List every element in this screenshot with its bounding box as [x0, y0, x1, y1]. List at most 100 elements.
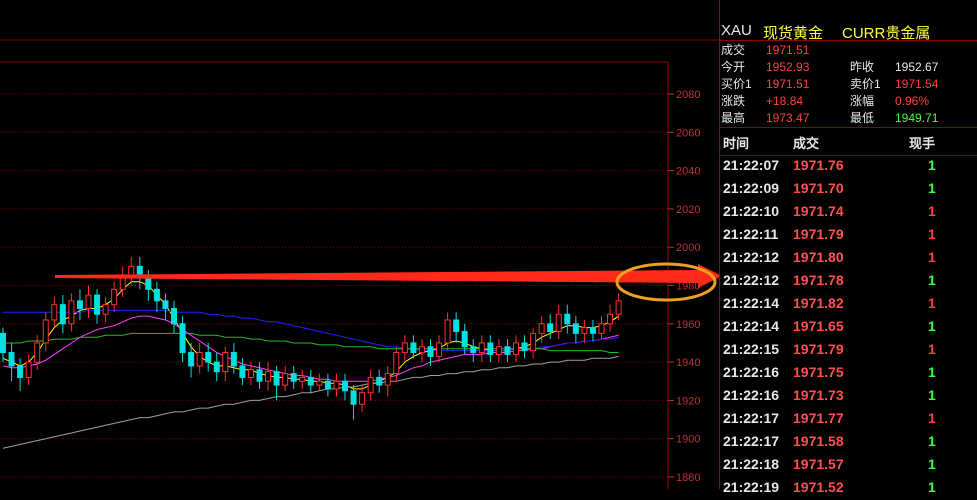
- axis-tick-label: 1880: [676, 472, 700, 484]
- axis-tick-label: 1940: [676, 357, 700, 369]
- tick-row: 21:22:17 1971.77 1: [719, 408, 977, 431]
- candle-body: [513, 342, 519, 355]
- tick-volume: 1: [928, 157, 936, 173]
- change-label: 涨跌: [721, 94, 746, 108]
- candle-body: [256, 369, 263, 382]
- candle-up: [25, 354, 32, 386]
- pct-label: 涨幅: [850, 94, 875, 108]
- candle-body: [265, 371, 272, 382]
- candle-body: [8, 352, 15, 367]
- candle-up: [85, 285, 92, 319]
- tick-volume: 1: [928, 364, 936, 380]
- tick-row: 21:22:11 1971.79 1: [719, 224, 977, 247]
- tick-time: 21:22:12: [723, 272, 780, 288]
- candle-down: [521, 335, 528, 359]
- candle-body: [436, 342, 443, 357]
- axis-tick-label: 2020: [676, 204, 700, 216]
- candle-body: [94, 294, 101, 315]
- candle-down: [453, 312, 460, 343]
- candle-body: [359, 392, 366, 405]
- candle-body: [76, 300, 83, 309]
- candle-down: [94, 289, 101, 324]
- candle-up: [615, 293, 622, 320]
- candle-up: [265, 362, 272, 391]
- axis-tick-label: 2080: [676, 89, 700, 101]
- candle-body: [495, 346, 502, 355]
- candle-body: [307, 376, 314, 386]
- tick-time: 21:22:18: [723, 456, 780, 472]
- candle-body: [333, 380, 340, 390]
- axis-tick-label: 1920: [676, 395, 700, 407]
- candlestick-chart[interactable]: 2080206020402020200019801960194019201900…: [0, 0, 719, 489]
- candle-body: [581, 327, 588, 334]
- candle-down: [350, 385, 357, 420]
- tick-time: 21:22:09: [723, 180, 780, 196]
- tick-time: 21:22:16: [723, 387, 780, 403]
- tick-time: 21:22:14: [723, 318, 780, 334]
- candle-body: [222, 352, 229, 373]
- candle-body: [410, 342, 417, 354]
- candle-body: [393, 352, 400, 375]
- candle-body: [555, 313, 562, 332]
- candle-down: [376, 369, 383, 393]
- prev-close-label: 昨收: [850, 60, 875, 74]
- tick-time: 21:22:17: [723, 433, 780, 449]
- candle-up: [555, 304, 562, 340]
- ticks-header-vol: 现手: [909, 136, 936, 151]
- candle-body: [487, 342, 494, 355]
- axis-tick-label: 2040: [676, 166, 700, 178]
- tick-price: 1971.79: [793, 341, 844, 357]
- candle-down: [136, 256, 143, 290]
- tick-row: 21:22:18 1971.57 1: [719, 454, 977, 477]
- candle-body: [230, 352, 237, 367]
- candle-down: [59, 295, 66, 334]
- candle-body: [444, 319, 451, 344]
- tick-row: 21:22:17 1971.58 1: [719, 431, 977, 454]
- ticks-header-time: 时间: [723, 136, 750, 151]
- candle-body: [342, 380, 348, 392]
- candle-body: [188, 352, 195, 367]
- tick-price: 1971.57: [793, 456, 844, 472]
- candle-down: [564, 304, 571, 334]
- tick-row: 21:22:09 1971.70 1: [719, 178, 977, 201]
- candle-down: [0, 327, 6, 363]
- axis-tick-label: 2060: [676, 127, 700, 139]
- candle-up: [418, 339, 425, 363]
- candle-up: [513, 335, 519, 363]
- candle-up: [607, 304, 614, 332]
- candle-body: [401, 342, 408, 354]
- candle-down: [213, 352, 220, 382]
- tick-volume: 1: [928, 272, 936, 288]
- tick-time: 21:22:12: [723, 249, 780, 265]
- candle-body: [0, 332, 6, 354]
- candle-body: [316, 380, 323, 386]
- candle-body: [247, 369, 254, 378]
- candle-down: [307, 369, 314, 393]
- tick-price: 1971.65: [793, 318, 844, 334]
- candle-up: [119, 266, 126, 297]
- tick-price: 1971.73: [793, 387, 844, 403]
- candle-body: [427, 346, 434, 357]
- candle-body: [453, 319, 460, 332]
- axis-tick-label: 1900: [676, 434, 700, 446]
- last-value: 1971.51: [766, 43, 810, 57]
- tick-price: 1971.82: [793, 295, 844, 311]
- candle-body: [350, 390, 357, 405]
- candle-body: [153, 288, 160, 302]
- tick-volume: 1: [928, 433, 936, 449]
- tick-price: 1971.80: [793, 249, 844, 265]
- candle-up: [495, 339, 502, 363]
- low-value: 1949.71: [895, 111, 939, 125]
- candle-body: [290, 373, 297, 382]
- quote-panel: XAU 现货黄金 CURR贵金属 成交 1971.51 今开 1952.93 昨…: [719, 0, 977, 495]
- tick-price: 1971.58: [793, 433, 844, 449]
- tick-volume: 1: [928, 295, 936, 311]
- instrument-name: 现货黄金: [763, 25, 824, 42]
- open-label: 今开: [721, 60, 746, 74]
- tick-row: 21:22:12 1971.78 1: [719, 270, 977, 293]
- candle-down: [171, 300, 177, 334]
- change-value: +18.84: [766, 94, 804, 108]
- candle-body: [85, 294, 92, 309]
- candle-up: [478, 335, 485, 363]
- tick-time: 21:22:11: [723, 226, 779, 242]
